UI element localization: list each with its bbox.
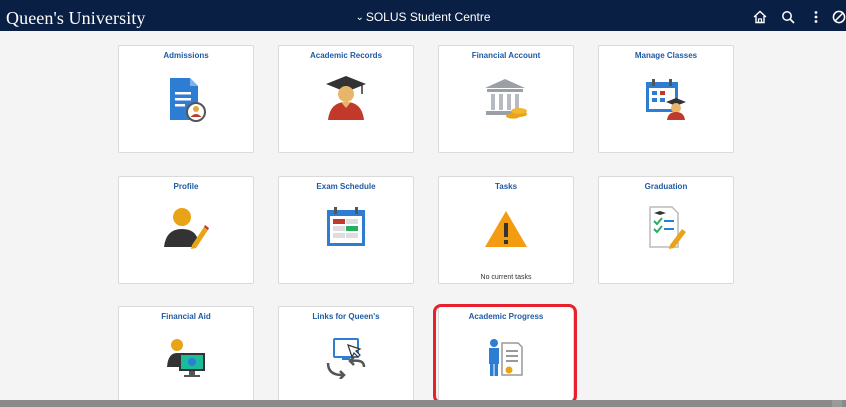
page-title: SOLUS Student Centre xyxy=(365,10,491,24)
tile-subtitle: No current tasks xyxy=(480,274,532,281)
bank-coins-icon xyxy=(481,76,531,125)
navbar-icon[interactable] xyxy=(832,5,846,29)
admissions-document-icon xyxy=(164,76,208,129)
tile-profile[interactable]: Profile xyxy=(118,176,254,284)
tile-title: Exam Schedule xyxy=(316,182,376,191)
top-navigation-bar: Queen's University ⌄ SOLUS Student Centre xyxy=(0,0,846,31)
tile-graduation[interactable]: Graduation xyxy=(598,176,734,284)
tile-admissions[interactable]: Admissions xyxy=(118,45,254,153)
financial-aid-monitor-icon xyxy=(163,337,209,384)
schedule-calendar-icon xyxy=(324,205,368,254)
actions-menu-icon[interactable] xyxy=(804,5,828,29)
tile-title: Profile xyxy=(173,182,199,191)
tile-title: Links for Queen's xyxy=(312,312,380,321)
corner-tab xyxy=(832,400,842,407)
tile-academic-records[interactable]: Academic Records xyxy=(278,45,414,153)
calendar-student-icon xyxy=(642,76,690,125)
bottom-scroll-strip xyxy=(0,400,846,407)
tile-title: Admissions xyxy=(163,51,209,60)
graduate-avatar-icon xyxy=(322,74,370,125)
highlight-outline xyxy=(433,304,577,404)
page-title-dropdown[interactable]: ⌄ SOLUS Student Centre xyxy=(0,10,846,24)
tile-links-for-queens[interactable]: Links for Queen's xyxy=(278,306,414,407)
tile-financial-account[interactable]: Financial Account xyxy=(438,45,574,153)
tile-title: Academic Records xyxy=(309,51,383,60)
home-icon[interactable] xyxy=(748,5,772,29)
warning-icon xyxy=(483,209,529,254)
tile-title: Financial Account xyxy=(471,51,541,60)
profile-pencil-icon xyxy=(162,205,210,254)
tile-tasks[interactable]: Tasks No current tasks xyxy=(438,176,574,284)
header-actions xyxy=(744,3,846,31)
tile-title: Graduation xyxy=(644,182,688,191)
tile-title: Tasks xyxy=(494,182,518,191)
tile-title: Manage Classes xyxy=(634,51,698,60)
tile-title: Financial Aid xyxy=(161,312,211,321)
tile-financial-aid[interactable]: Financial Aid xyxy=(118,306,254,407)
graduation-checklist-icon xyxy=(644,205,688,254)
chevron-down-icon: ⌄ xyxy=(355,12,364,23)
tile-exam-schedule[interactable]: Exam Schedule xyxy=(278,176,414,284)
tile-manage-classes[interactable]: Manage Classes xyxy=(598,45,734,153)
search-icon[interactable] xyxy=(776,5,800,29)
links-monitor-icon xyxy=(322,335,370,384)
